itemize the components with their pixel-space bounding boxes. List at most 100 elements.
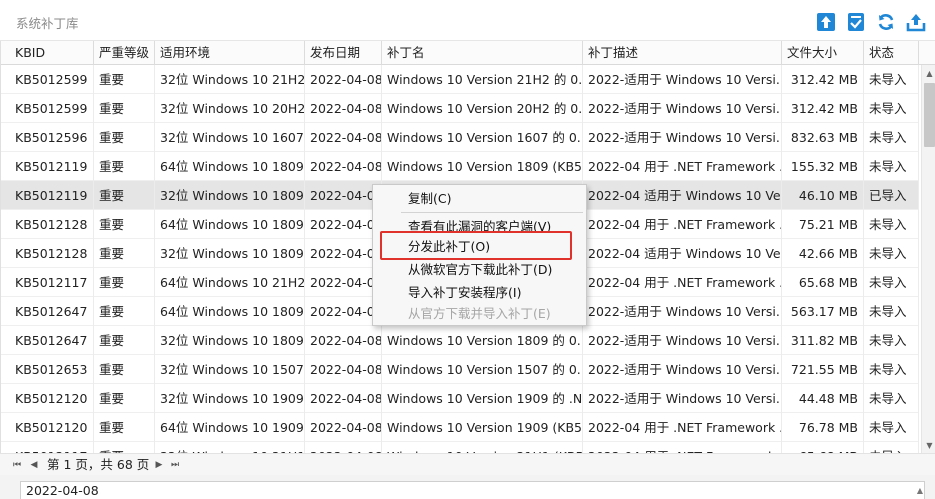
cell-release-date: 2022-04-08 (305, 94, 382, 123)
next-page-icon[interactable]: ▶ (152, 457, 166, 473)
page-info: 第 1 页，共 68 页 (47, 457, 150, 472)
cell-file-size: 563.17 MB (782, 297, 864, 326)
cell-status: 未导入 (864, 268, 919, 297)
expand-up-icon[interactable]: ▲ (917, 486, 923, 495)
cell-release-date: 2022-04-08 (305, 65, 382, 94)
cell-release-date: 2022-04-08 (305, 268, 382, 297)
upload-arrow-icon[interactable] (815, 11, 837, 33)
cell-status: 未导入 (864, 123, 919, 152)
header-col-patch-name[interactable]: 补丁名 (382, 41, 583, 65)
cell-status: 未导入 (864, 413, 919, 442)
menu-item-distribute[interactable]: 分发此补丁(O) (373, 236, 586, 258)
table-row[interactable]: KB5012120 重要 32位 Windows 10 1909 2022-04-08… (1, 384, 919, 413)
table-row[interactable]: KB5012119 重要 64位 Windows 10 1809 2022-04-08… (1, 152, 919, 181)
table-header: KBID 严重等级 适用环境 发布日期 补丁名 补丁描述 文件大小 状态 (1, 41, 935, 65)
cell-release-date: 2022-04-08 (305, 413, 382, 442)
cell-severity: 重要 (94, 384, 155, 413)
cell-release-date: 2022-04-08 (305, 210, 382, 239)
scroll-down-icon[interactable]: ▼ (922, 437, 935, 453)
table-row[interactable]: KB5012117重要32位 Windows 10 21H12022-04-08… (1, 442, 919, 453)
cell-description: 2022-04 适用于 Windows 10 Ve... (583, 239, 782, 268)
cell-status: 未导入 (864, 239, 919, 268)
cell-environment: 32位 Windows 10 21H1 (155, 442, 305, 453)
cell-description: 2022-适用于 Windows 10 Versi... (583, 65, 782, 94)
cell-file-size: 44.48 MB (782, 384, 864, 413)
cell-status: 未导入 (864, 152, 919, 181)
table-row[interactable]: KB5012120 重要 64位 Windows 10 1909 2022-04-08… (1, 413, 919, 442)
cell-file-size: 312.42 MB (782, 94, 864, 123)
cell-description: 2022-04 用于 .NET Framework ... (583, 268, 782, 297)
cell-environment: 64位 Windows 10 1809 (155, 210, 305, 239)
cell-patch-name: Windows 10 Version 21H1 (KB5... (382, 442, 583, 453)
cell-kbid: KB5012128 (10, 210, 94, 239)
cell-description: 2022-适用于 Windows 10 Versi... (583, 384, 782, 413)
cell-description: 2022-适用于 Windows 10 Versi... (583, 297, 782, 326)
cell-file-size: 46.10 MB (782, 181, 864, 210)
cell-severity: 重要 (94, 123, 155, 152)
prev-page-icon[interactable]: ◀ (27, 457, 41, 473)
cell-environment: 32位 Windows 10 1507 (155, 355, 305, 384)
menu-item-view-clients[interactable]: 查看有此漏洞的客户端(V) (373, 216, 586, 238)
cell-release-date: 2022-04-08 (305, 355, 382, 384)
refresh-icon[interactable] (875, 11, 897, 33)
cell-description: 2022-04 适用于 Windows 10 Ve... (583, 181, 782, 210)
context-menu: 复制(C) 查看有此漏洞的客户端(V) 分发此补丁(O) 从微软官方下载此补丁(… (372, 184, 587, 326)
cell-environment: 32位 Windows 10 1909 (155, 384, 305, 413)
last-page-icon[interactable]: ⏭ (168, 457, 182, 473)
cell-description: 2022-适用于 Windows 10 Versi... (583, 355, 782, 384)
cell-file-size: 312.42 MB (782, 65, 864, 94)
cell-kbid: KB5012647 (10, 297, 94, 326)
cell-file-size: 42.66 MB (782, 239, 864, 268)
header-col-status[interactable]: 状态 (864, 41, 919, 65)
cell-status: 未导入 (864, 355, 919, 384)
cell-severity: 重要 (94, 65, 155, 94)
cell-value-field[interactable]: 2022-04-08 (20, 481, 925, 499)
cell-kbid: KB5012128 (10, 239, 94, 268)
cell-status: 未导入 (864, 442, 919, 453)
cell-severity: 重要 (94, 413, 155, 442)
cell-status: 未导入 (864, 297, 919, 326)
table-row[interactable]: KB5012653 重要 32位 Windows 10 1507 2022-04-08… (1, 355, 919, 384)
cell-patch-name: Windows 10 Version 1909 (KB5... (382, 413, 583, 442)
scroll-up-icon[interactable]: ▲ (922, 65, 935, 81)
menu-item-download-official[interactable]: 从微软官方下载此补丁(D) (373, 259, 586, 281)
cell-kbid: KB5012117 (10, 268, 94, 297)
header-col-description[interactable]: 补丁描述 (583, 41, 782, 65)
first-page-icon[interactable]: ⏮ (10, 457, 24, 473)
cell-file-size: 721.55 MB (782, 355, 864, 384)
status-bar: 2022-04-08 ▲ (0, 475, 935, 499)
cell-environment: 32位 Windows 10 1809 (155, 181, 305, 210)
table-row[interactable]: KB5012599 重要 32位 Windows 10 21H2 2022-04-08… (1, 65, 919, 94)
cell-environment: 32位 Windows 10 21H2 (155, 65, 305, 94)
cell-description: 2022-04 用于 .NET Framework ... (583, 152, 782, 181)
cell-release-date: 2022-04-08 (305, 181, 382, 210)
cell-severity: 重要 (94, 326, 155, 355)
cell-kbid: KB5012653 (10, 355, 94, 384)
header-col-release-date[interactable]: 发布日期 (305, 41, 382, 65)
header-col-file-size[interactable]: 文件大小 (782, 41, 864, 65)
cell-status: 未导入 (864, 65, 919, 94)
table-row[interactable]: KB5012596 重要 32位 Windows 10 1607 2022-04-08… (1, 123, 919, 152)
table-row[interactable]: KB5012647 重要 32位 Windows 10 1809 2022-04-08… (1, 326, 919, 355)
cell-severity: 重要 (94, 210, 155, 239)
header-col-kbid[interactable]: KBID (10, 41, 94, 65)
table-row[interactable]: KB5012599 重要 32位 Windows 10 20H2 2022-04-08… (1, 94, 919, 123)
checklist-icon[interactable] (845, 11, 867, 33)
export-icon[interactable] (905, 11, 927, 33)
cell-file-size: 75.21 MB (782, 210, 864, 239)
vertical-scrollbar[interactable]: ▲ ▼ (921, 65, 935, 453)
cell-environment: 64位 Windows 10 1809 (155, 152, 305, 181)
cell-file-size: 76.78 MB (782, 413, 864, 442)
cell-patch-name: Windows 10 Version 1809 (KB5... (382, 152, 583, 181)
scroll-thumb[interactable] (924, 83, 935, 147)
cell-environment: 64位 Windows 10 1809 (155, 297, 305, 326)
cell-release-date: 2022-04-08 (305, 239, 382, 268)
cell-environment: 32位 Windows 10 1607 (155, 123, 305, 152)
cell-description: 2022-适用于 Windows 10 Versi... (583, 123, 782, 152)
menu-item-copy[interactable]: 复制(C) (373, 188, 586, 210)
cell-description: 2022-04 用于 .NET Framework ... (583, 413, 782, 442)
menu-item-import-installer[interactable]: 导入补丁安装程序(I) (373, 282, 586, 304)
header-col-environment[interactable]: 适用环境 (155, 41, 305, 65)
cell-kbid: KB5012120 (10, 413, 94, 442)
header-col-severity[interactable]: 严重等级 (94, 41, 155, 65)
